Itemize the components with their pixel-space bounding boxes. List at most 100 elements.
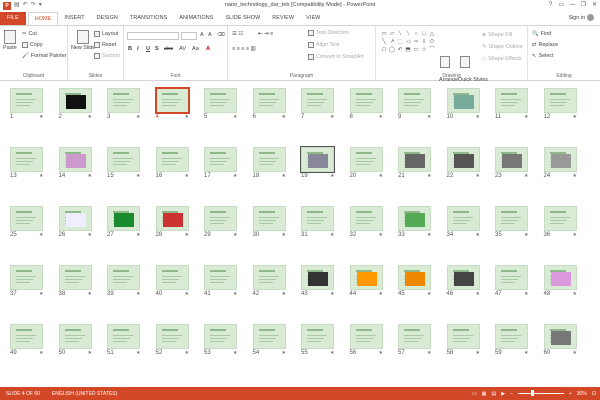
tab-view[interactable]: VIEW bbox=[300, 12, 326, 25]
animation-star-icon[interactable]: ★ bbox=[88, 291, 92, 297]
slide-preview[interactable] bbox=[204, 265, 237, 290]
slide-preview[interactable] bbox=[107, 206, 140, 231]
slide-preview[interactable] bbox=[58, 88, 92, 113]
slide-preview[interactable] bbox=[10, 147, 43, 172]
slide-preview[interactable] bbox=[155, 206, 189, 231]
animation-star-icon[interactable]: ★ bbox=[185, 173, 189, 179]
animation-star-icon[interactable]: ★ bbox=[39, 350, 43, 356]
animation-star-icon[interactable]: ★ bbox=[330, 114, 334, 120]
slide-thumbnail[interactable]: 59 ★ bbox=[495, 324, 528, 356]
slide-preview[interactable] bbox=[204, 147, 237, 172]
slide-preview[interactable] bbox=[10, 324, 43, 349]
animation-star-icon[interactable]: ★ bbox=[39, 173, 43, 179]
restore-button[interactable]: ❐ bbox=[578, 0, 589, 11]
slide-thumbnail[interactable]: 46 ★ bbox=[446, 265, 480, 297]
copy-button[interactable]: Copy bbox=[22, 42, 43, 48]
slide-preview[interactable] bbox=[446, 324, 480, 349]
animation-star-icon[interactable]: ★ bbox=[573, 350, 577, 356]
animation-star-icon[interactable]: ★ bbox=[88, 173, 92, 179]
customize-qat-icon[interactable]: ▾ bbox=[39, 0, 42, 11]
shape-item[interactable]: ◁ bbox=[404, 38, 412, 46]
shape-item[interactable]: \ bbox=[396, 30, 404, 38]
slide-thumbnail[interactable]: 51 ★ bbox=[107, 324, 140, 356]
animation-star-icon[interactable]: ★ bbox=[136, 291, 140, 297]
slide-preview[interactable] bbox=[10, 88, 43, 113]
slide-thumbnail[interactable]: 57 ★ bbox=[398, 324, 431, 356]
animation-star-icon[interactable]: ★ bbox=[573, 114, 577, 120]
slide-thumbnail[interactable]: 27 ★ bbox=[107, 206, 140, 238]
animation-star-icon[interactable]: ★ bbox=[427, 350, 431, 356]
animation-star-icon[interactable]: ★ bbox=[39, 291, 43, 297]
slide-preview[interactable] bbox=[155, 324, 189, 349]
slide-preview[interactable] bbox=[446, 265, 480, 290]
animation-star-icon[interactable]: ★ bbox=[524, 173, 528, 179]
slide-thumbnail[interactable]: 14 ★ bbox=[58, 147, 92, 179]
slide-thumbnail[interactable]: 54 ★ bbox=[252, 324, 286, 356]
slide-thumbnail[interactable]: 2 ★ bbox=[58, 88, 92, 120]
slide-thumbnail[interactable]: 15 ★ bbox=[107, 147, 140, 179]
animation-star-icon[interactable]: ★ bbox=[88, 114, 92, 120]
slide-thumbnail[interactable]: 7 ★ bbox=[301, 88, 334, 120]
slide-preview[interactable] bbox=[155, 147, 189, 172]
animation-star-icon[interactable]: ★ bbox=[39, 114, 43, 120]
shape-item[interactable]: ○ bbox=[412, 30, 420, 38]
slide-preview[interactable] bbox=[446, 88, 480, 113]
slide-preview[interactable] bbox=[155, 265, 189, 290]
slide-thumbnail[interactable]: 22 ★ bbox=[446, 147, 480, 179]
animation-star-icon[interactable]: ★ bbox=[476, 114, 480, 120]
slide-preview[interactable] bbox=[543, 324, 577, 349]
normal-view-icon[interactable]: ▭ bbox=[472, 391, 477, 397]
bullets-button[interactable]: ☰ ☷ bbox=[232, 31, 243, 37]
slide-preview[interactable] bbox=[349, 147, 383, 172]
quick-styles-button[interactable] bbox=[460, 56, 470, 69]
slide-thumbnail[interactable]: 4 ★ bbox=[154, 87, 190, 120]
slide-preview[interactable] bbox=[349, 88, 383, 113]
animation-star-icon[interactable]: ★ bbox=[379, 350, 383, 356]
tab-insert[interactable]: INSERT bbox=[58, 12, 90, 25]
tab-animations[interactable]: ANIMATIONS bbox=[173, 12, 219, 25]
shape-item[interactable]: ⬒ bbox=[404, 46, 412, 54]
change-case-button[interactable]: Aa bbox=[192, 46, 199, 52]
shape-item[interactable]: ▱ bbox=[388, 30, 396, 38]
animation-star-icon[interactable]: ★ bbox=[330, 291, 334, 297]
animation-star-icon[interactable]: ★ bbox=[185, 291, 189, 297]
slide-thumbnail[interactable]: 35 ★ bbox=[495, 206, 528, 238]
indent-buttons[interactable]: ⇤ ⇥ ≡ bbox=[258, 31, 273, 37]
animation-star-icon[interactable]: ★ bbox=[427, 114, 431, 120]
slide-thumbnail[interactable]: 10 ★ bbox=[446, 88, 480, 120]
slide-thumbnail[interactable]: 17 ★ bbox=[204, 147, 237, 179]
slide-preview[interactable] bbox=[204, 88, 237, 113]
slide-preview[interactable] bbox=[495, 147, 528, 172]
shape-item[interactable]: ⬠ bbox=[380, 46, 388, 54]
animation-star-icon[interactable]: ★ bbox=[524, 350, 528, 356]
slide-thumbnail[interactable]: 13 ★ bbox=[10, 147, 43, 179]
slide-thumbnail[interactable]: 47 ★ bbox=[495, 265, 528, 297]
slide-preview[interactable] bbox=[252, 147, 286, 172]
cut-button[interactable]: ✂ Cut bbox=[22, 31, 37, 37]
underline-button[interactable]: U bbox=[146, 46, 150, 52]
slide-thumbnail[interactable]: 6 ★ bbox=[252, 88, 286, 120]
italic-button[interactable]: I bbox=[137, 46, 139, 52]
replace-button[interactable]: ⇄ Replace bbox=[532, 42, 558, 48]
slide-thumbnail[interactable]: 24 ★ bbox=[543, 147, 577, 179]
shape-fill-button[interactable]: ◈ Shape Fill bbox=[482, 32, 512, 38]
slide-preview[interactable] bbox=[543, 88, 577, 113]
strikethrough-button[interactable]: abc bbox=[164, 46, 173, 52]
slide-thumbnail[interactable]: 5 ★ bbox=[204, 88, 237, 120]
zoom-out-button[interactable]: − bbox=[510, 391, 513, 397]
zoom-thumb[interactable] bbox=[530, 390, 534, 396]
slide-thumbnail[interactable]: 19 ★ bbox=[300, 146, 335, 179]
animation-star-icon[interactable]: ★ bbox=[573, 173, 577, 179]
slide-preview[interactable] bbox=[301, 88, 334, 113]
slide-thumbnail[interactable]: 3 ★ bbox=[107, 88, 140, 120]
slide-thumbnail[interactable]: 45 ★ bbox=[398, 265, 431, 297]
select-button[interactable]: ↖ Select bbox=[532, 53, 554, 59]
slide-thumbnail[interactable]: 33 ★ bbox=[398, 206, 431, 238]
slide-thumbnail[interactable]: 43 ★ bbox=[301, 265, 334, 297]
animation-star-icon[interactable]: ★ bbox=[476, 232, 480, 238]
reset-button[interactable]: Reset bbox=[94, 42, 116, 48]
slide-preview[interactable] bbox=[107, 88, 140, 113]
shrink-font-icon[interactable]: A bbox=[208, 32, 212, 38]
align-buttons[interactable]: ≡ ≡ ≡ ≡ ▥ bbox=[232, 46, 256, 52]
animation-star-icon[interactable]: ★ bbox=[282, 291, 286, 297]
